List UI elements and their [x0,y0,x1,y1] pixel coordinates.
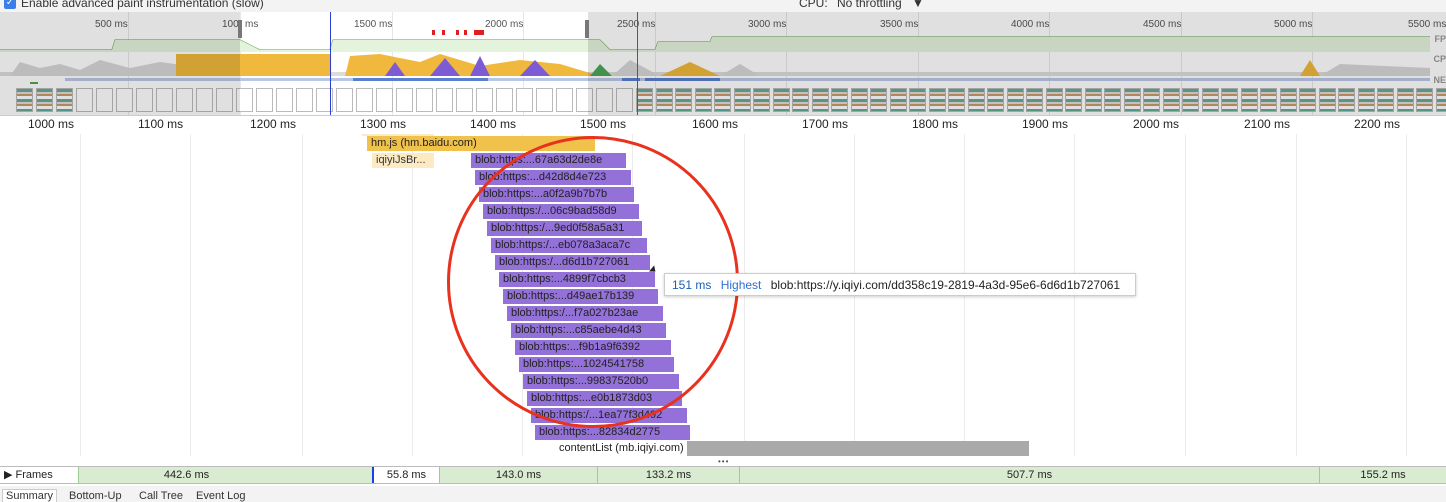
frame-cell[interactable]: 442.6 ms [78,467,294,483]
screenshot-thumbnail [456,88,473,112]
grid-line [80,134,81,456]
frame-cell[interactable]: 133.2 ms [597,467,739,483]
frames-track-title: Frames [15,469,53,481]
network-request-bar[interactable]: blob:https:...67a63d2de8e [471,153,626,168]
tooltip-duration: 151 ms [672,278,712,292]
timeline-overview[interactable]: 500 ms 100 ms 1500 ms 2000 ms 2500 ms 30… [0,12,1446,116]
paint-instrumentation-label: Enable advanced paint instrumentation (s… [21,0,264,10]
load-event-marker [637,12,638,115]
network-request-bar[interactable]: blob:https:/...1ea77f3d492 [531,408,687,423]
tab-event-log[interactable]: Event Log [193,490,249,502]
tab-summary[interactable]: Summary [2,489,58,502]
overview-tick-label: 2000 ms [485,19,524,30]
screenshot-thumbnail [296,88,313,112]
tooltip-priority: Highest [720,278,762,292]
grid-line [302,134,303,456]
overview-tick-label: 1500 ms [354,19,393,30]
dom-content-loaded-marker [330,12,331,115]
frame-cell[interactable]: 143.0 ms [439,467,597,483]
screenshot-thumbnail [476,88,493,112]
grid-line [1296,134,1297,456]
ruler-tick-label: 2100 ms [1244,117,1291,131]
overview-unselected-left [0,12,240,115]
ruler-tick-label: 2200 ms [1354,117,1401,131]
frame-cell-selected[interactable]: 55.8 ms [373,467,439,483]
flame-event[interactable]: hm.js (hm.baidu.com) [367,136,595,151]
frame-cell[interactable]: 507.7 ms [739,467,1319,483]
screenshot-thumbnail [376,88,393,112]
ruler-tick-label: 1600 ms [692,117,739,131]
screenshot-thumbnail [496,88,513,112]
resize-splitter[interactable]: ••• [718,457,729,466]
overview-unselected-right [588,12,1446,115]
grid-line [1185,134,1186,456]
network-request-bar[interactable]: blob:https:...a0f2a9b7b7b [479,187,634,202]
overview-tick-label: ms [245,19,259,30]
network-request-bar[interactable]: blob:https:/...f7a027b23ae [507,306,663,321]
timeline-toolbar: ✓ Enable advanced paint instrumentation … [0,0,1446,12]
screenshot-thumbnail [336,88,353,112]
screenshot-thumbnail [256,88,273,112]
cpu-label: CPU: [799,0,828,10]
network-request-bar[interactable]: blob:https:...d49ae17b139 [503,289,658,304]
screenshot-thumbnail [416,88,433,112]
ruler-tick-label: 1400 ms [470,117,517,131]
flame-event[interactable]: iqiyiJsBr... [372,153,434,168]
ruler-tick-label: 2000 ms [1133,117,1180,131]
expand-triangle-icon[interactable]: ▶ [4,469,16,481]
ruler-tick-label: 1900 ms [1022,117,1069,131]
cpu-throttle-select[interactable]: No throttling [837,0,902,10]
network-request-bar[interactable]: blob:https:...d42d8d4e723 [475,170,631,185]
screenshot-thumbnail [436,88,453,112]
window-left-handle[interactable] [238,20,242,38]
frame-cursor [372,467,374,483]
frames-track-header[interactable]: ▶ Frames [0,467,78,483]
screenshot-thumbnail [356,88,373,112]
event-tooltip: 151 ms Highest blob:https://y.iqiyi.com/… [664,273,1136,296]
paint-instrumentation-checkbox[interactable]: ✓ [4,0,16,9]
details-tabs: Summary Bottom-Up Call Tree Event Log [0,486,1446,502]
tab-call-tree[interactable]: Call Tree [136,490,186,502]
screenshot-thumbnail [276,88,293,112]
ruler-tick-label: 1800 ms [912,117,959,131]
ruler-tick-label: 1300 ms [360,117,407,131]
window-right-handle[interactable] [585,20,589,38]
tooltip-url: blob:https://y.iqiyi.com/dd358c19-2819-4… [770,278,1121,292]
network-request-bar[interactable]: blob:https:...c85aebe4d43 [511,323,666,338]
ruler-tick-label: 1200 ms [250,117,297,131]
network-request-bar[interactable]: blob:https:/...9ed0f58a5a31 [487,221,642,236]
ruler-tick-label: 1500 ms [580,117,627,131]
frame-cell[interactable]: 155.2 ms [1319,467,1446,483]
network-request-bar[interactable]: blob:https:...82834d2775 [535,425,690,440]
chevron-down-icon[interactable]: ▼ [912,0,924,10]
network-request-bar[interactable]: blob:https:/...d6d1b727061 [495,255,650,270]
grid-line [412,134,413,456]
network-request-bar[interactable]: contentList (mb.iqiyi.com) [555,441,1029,456]
ruler-tick-label: 1000 ms [28,117,75,131]
network-request-bar[interactable]: blob:https:...99837520b0 [523,374,679,389]
network-request-bar[interactable]: blob:https:...f9b1a9f6392 [515,340,671,355]
grid-line [190,134,191,456]
grid-line [1406,134,1407,456]
frames-track[interactable]: ▶ Frames 442.6 ms 55.8 ms 143.0 ms 133.2… [0,466,1446,484]
network-request-bar[interactable]: blob:https:...e0b1873d03 [527,391,682,406]
network-request-bar[interactable]: blob:https:/...eb078a3aca7c [491,238,647,253]
ruler-tick-label: 1700 ms [802,117,849,131]
screenshot-thumbnail [516,88,533,112]
network-request-bar[interactable]: blob:https:...1024541758 [519,357,674,372]
screenshot-thumbnail [536,88,553,112]
screenshot-thumbnail [556,88,573,112]
ruler-tick-label: 1100 ms [138,117,184,131]
network-request-bar[interactable]: blob:https:...4899f7cbcb3 [499,272,655,287]
timeline-ruler: 1000 ms 1100 ms 1200 ms 1300 ms 1400 ms 1500 … [0,116,1446,134]
network-request-bar[interactable]: blob:https:/...06c9bad58d9 [483,204,639,219]
tab-bottom-up[interactable]: Bottom-Up [66,490,125,502]
screenshot-thumbnail [396,88,413,112]
